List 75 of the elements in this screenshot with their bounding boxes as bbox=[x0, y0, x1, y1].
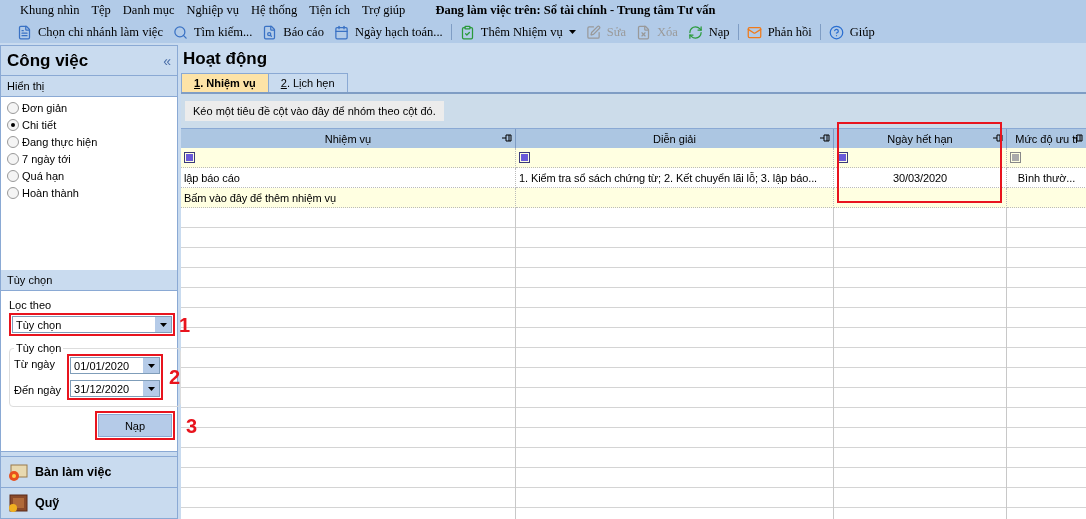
desk-icon bbox=[7, 462, 29, 482]
radio-button[interactable] bbox=[7, 136, 19, 148]
panel-title: Công việc bbox=[7, 50, 89, 71]
menu-item[interactable]: Trợ giúp bbox=[356, 3, 412, 18]
toolbar-button[interactable]: Phản hồi bbox=[741, 22, 817, 42]
filter-icon[interactable] bbox=[837, 152, 848, 163]
dropdown-arrow-button[interactable] bbox=[143, 358, 160, 373]
radio-label: Quá hạn bbox=[22, 170, 65, 182]
radio-label: Đơn giản bbox=[22, 102, 68, 114]
filter-icon[interactable] bbox=[519, 152, 530, 163]
group-title: Tùy chọn bbox=[15, 342, 63, 354]
section-title: Tùy chọn bbox=[7, 274, 53, 286]
menu-item[interactable]: Tệp bbox=[85, 3, 117, 18]
date-field[interactable]: 31/12/2020 bbox=[70, 380, 161, 397]
edit-icon bbox=[585, 24, 601, 40]
toolbar-button[interactable]: Nạp bbox=[682, 22, 735, 42]
refresh-icon bbox=[687, 24, 703, 40]
safe-icon bbox=[7, 493, 29, 513]
callout-number: 2 bbox=[169, 367, 181, 387]
toolbar-button[interactable]: Báo cáo bbox=[257, 22, 329, 42]
tab[interactable]: 2. Lịch hẹn bbox=[267, 73, 348, 92]
toolbar-button[interactable]: Chọn chi nhánh làm việc bbox=[12, 22, 168, 42]
pin-icon[interactable] bbox=[502, 134, 512, 142]
document-icon bbox=[17, 24, 32, 40]
workspace-status: Đang làm việc trên: Sổ tài chính - Trung tâm Tư vấn bbox=[435, 3, 716, 18]
field-label: Đến ngày bbox=[14, 384, 62, 396]
callout-number: 3 bbox=[185, 415, 197, 436]
delete-icon bbox=[635, 24, 651, 40]
caret-icon bbox=[147, 363, 155, 368]
toolbar-button[interactable]: Giúp bbox=[823, 22, 880, 42]
pin-icon[interactable] bbox=[820, 134, 830, 142]
collapse-button[interactable]: « bbox=[163, 52, 171, 69]
nav-button[interactable]: Bàn làm việc bbox=[1, 456, 177, 487]
radio-label: Đang thực hiện bbox=[22, 136, 98, 148]
radio-button[interactable] bbox=[7, 102, 19, 114]
dropdown-arrow-button[interactable] bbox=[143, 381, 160, 396]
date-field[interactable]: 01/01/2020 bbox=[70, 357, 161, 374]
filter-dropdown[interactable]: Tùy chọn bbox=[12, 316, 172, 333]
menu-item[interactable]: Danh mục bbox=[116, 3, 181, 18]
toolbar-button[interactable]: Thêm Nhiệm vụ bbox=[454, 22, 581, 42]
toolbar-button[interactable]: Ngày hạch toán... bbox=[328, 22, 448, 42]
toolbar-button[interactable]: Tìm kiếm... bbox=[168, 22, 258, 42]
menu-item[interactable]: Hệ thống bbox=[245, 3, 304, 18]
group-by-hint: Kéo một tiêu đề cột vào đây để nhóm theo cột đó. bbox=[185, 101, 444, 121]
menu-item[interactable]: Khung nhìn bbox=[14, 3, 86, 18]
clipboard-check-icon bbox=[459, 24, 475, 40]
filter-icon[interactable] bbox=[184, 152, 195, 163]
radio-button[interactable] bbox=[7, 153, 19, 165]
nav-button[interactable]: Quỹ bbox=[1, 487, 177, 518]
caret-icon bbox=[159, 322, 167, 327]
page-title: Hoạt động bbox=[182, 48, 269, 70]
radio-label: 7 ngày tới bbox=[22, 153, 71, 165]
radio-label: Hoàn thành bbox=[22, 187, 79, 199]
radio-label: Chi tiết bbox=[22, 119, 57, 131]
pin-icon[interactable] bbox=[1073, 134, 1083, 142]
dropdown-arrow-button[interactable] bbox=[155, 317, 171, 332]
radio-button[interactable] bbox=[7, 170, 19, 182]
search-icon bbox=[173, 24, 188, 40]
calendar-icon bbox=[333, 24, 349, 40]
section-title: Hiển thị bbox=[7, 80, 45, 92]
field-label: Từ ngày bbox=[14, 358, 56, 370]
caret-icon bbox=[147, 386, 155, 391]
dropdown-caret-icon bbox=[568, 30, 576, 34]
callout-number: 1 bbox=[179, 314, 191, 335]
menu-item[interactable]: Tiện ích bbox=[303, 3, 357, 18]
reload-button[interactable]: Nạp bbox=[98, 414, 172, 437]
radio-button[interactable] bbox=[7, 119, 19, 131]
report-icon bbox=[262, 24, 278, 40]
help-icon bbox=[828, 24, 844, 40]
tab[interactable]: 1. Nhiệm vụ bbox=[181, 73, 269, 92]
radio-button[interactable] bbox=[7, 187, 19, 199]
menu-item[interactable]: Nghiệp vụ bbox=[180, 3, 245, 18]
field-label: Lọc theo bbox=[9, 299, 53, 311]
pin-icon[interactable] bbox=[993, 134, 1003, 142]
mail-icon bbox=[746, 24, 762, 40]
